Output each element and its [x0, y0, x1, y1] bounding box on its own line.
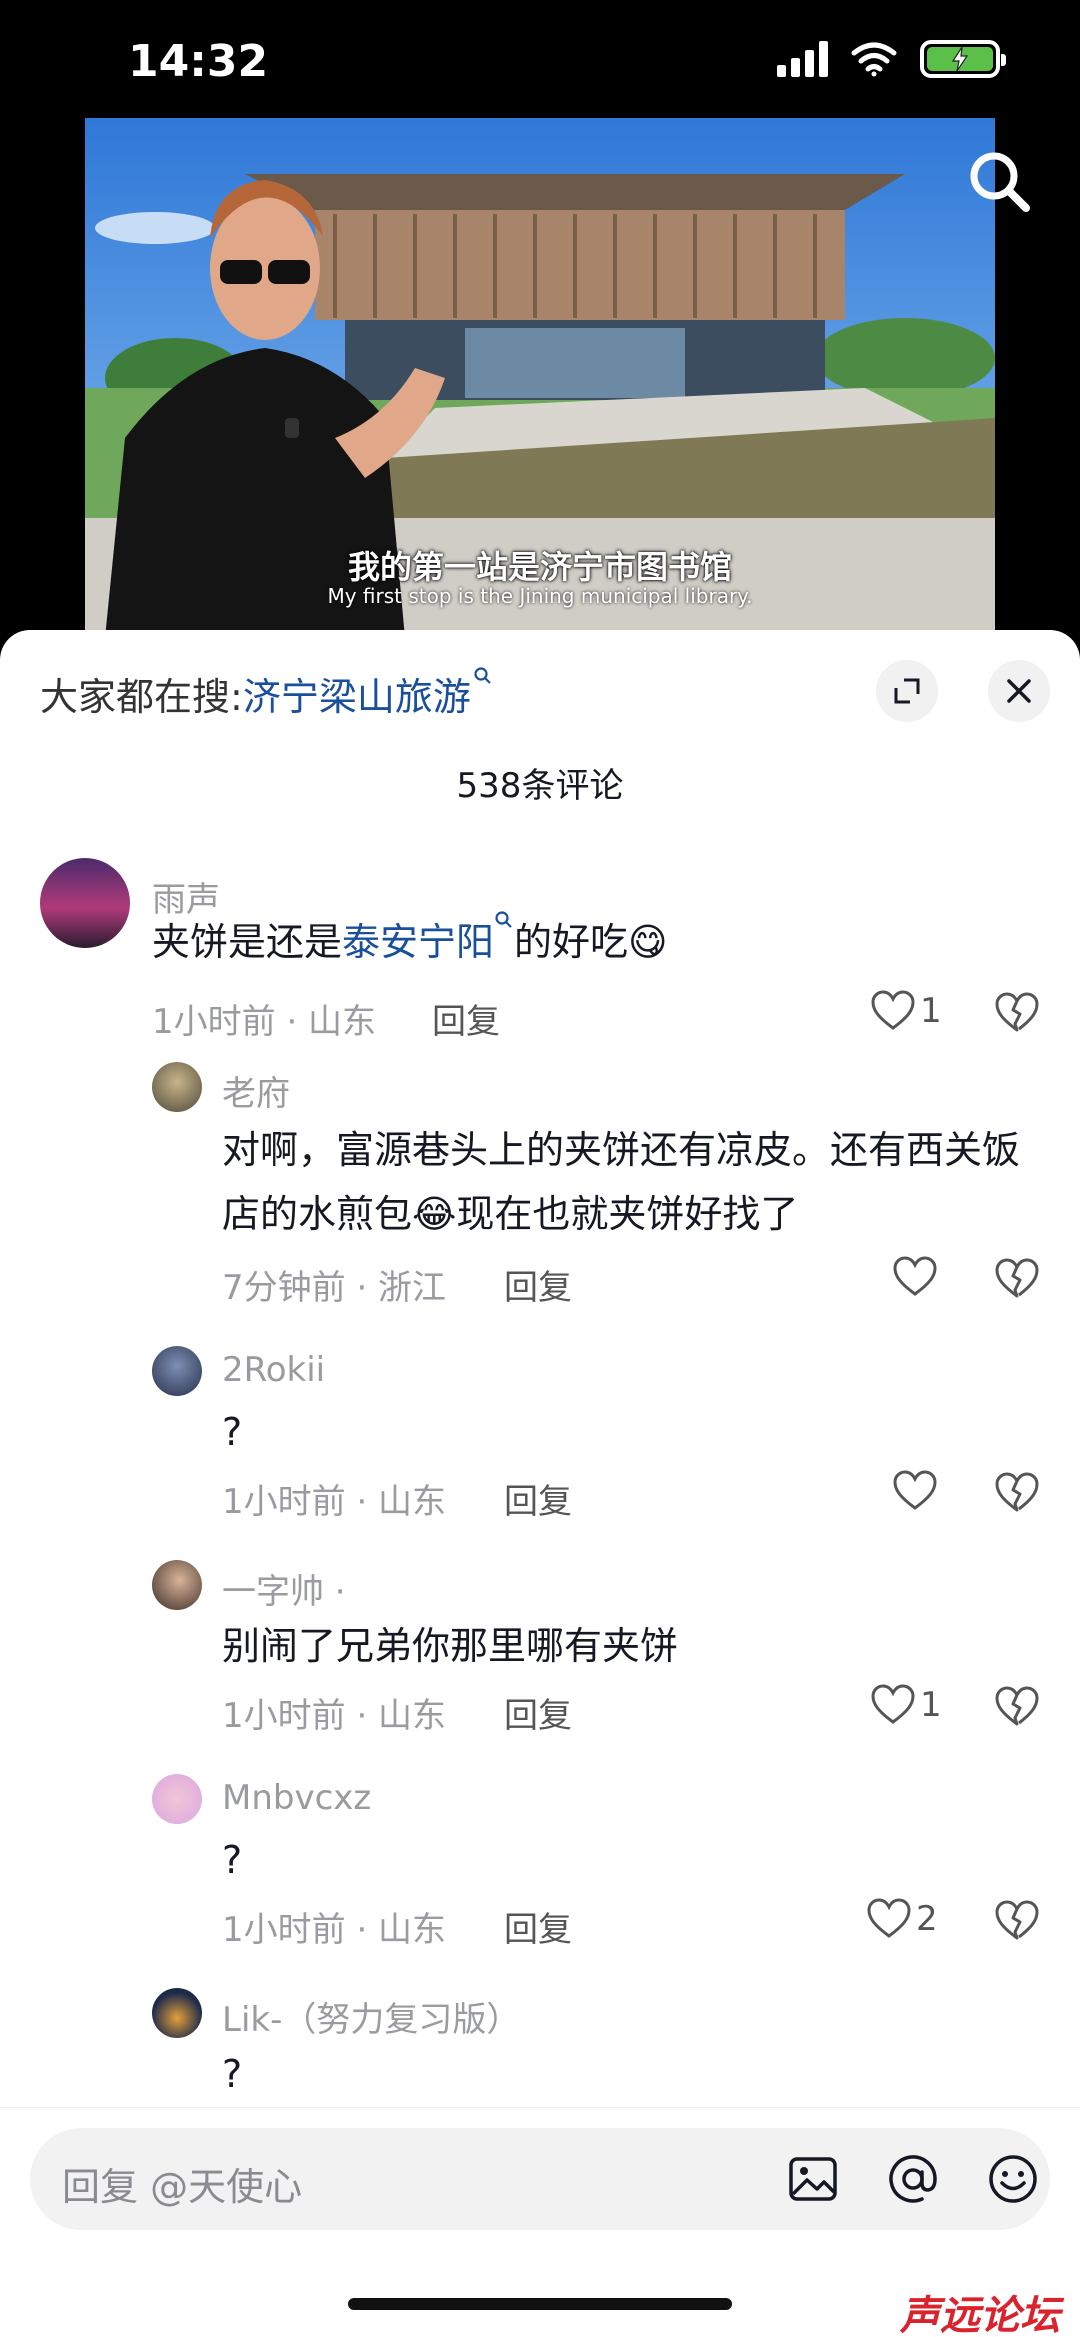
video-subtitle-cn: 我的第一站是济宁市图书馆 [347, 548, 732, 586]
avatar[interactable] [152, 1062, 202, 1112]
dislike-button[interactable] [994, 1686, 1040, 1732]
comment-username[interactable]: Mnbvcxz [222, 1778, 371, 1818]
comment-meta: 1小时前 · 山东 [222, 1910, 447, 1950]
dislike-button[interactable] [994, 992, 1040, 1038]
comment-text-part: 的好吃😋 [514, 920, 668, 964]
broken-heart-icon [995, 1900, 1039, 1940]
comment-text: 夹饼是还是泰安宁阳 的好吃😋 [152, 910, 1032, 974]
heart-icon [871, 990, 915, 1030]
close-icon [1007, 679, 1031, 703]
like-button[interactable]: 1 [870, 1684, 942, 1726]
reply-input[interactable]: 回复 @天使心 [30, 2128, 1050, 2230]
heart-icon [893, 1470, 937, 1510]
reply-input-placeholder: 回复 @天使心 [62, 2165, 303, 2209]
like-button[interactable] [892, 1256, 942, 1298]
dislike-button[interactable] [994, 1258, 1040, 1304]
comment-meta: 1小时前 · 山东 [222, 1482, 447, 1522]
broken-heart-icon [995, 1472, 1039, 1512]
avatar[interactable] [152, 1988, 202, 2038]
comment-username[interactable]: 一字帅 · [222, 1564, 346, 1613]
comment-username[interactable]: 2Rokii [222, 1350, 325, 1390]
comment-text: ? [222, 2052, 243, 2096]
reply-button[interactable]: 回复 [504, 1688, 572, 1737]
search-icon [970, 152, 1030, 212]
comment-keyword-link[interactable]: 泰安宁阳 [342, 920, 494, 964]
video-player[interactable]: 我的第一站是济宁市图书馆 My first stop is the Jining… [0, 118, 1080, 638]
at-icon [889, 2155, 937, 2203]
reply-button[interactable]: 回复 [504, 1902, 572, 1951]
reply-button[interactable]: 回复 [504, 1260, 572, 1309]
heart-icon [871, 1684, 915, 1724]
dislike-button[interactable] [994, 1472, 1040, 1518]
video-search-button[interactable] [960, 142, 1040, 222]
comment-text: 对啊，富源巷头上的夹饼还有凉皮。还有西关饭店的水煎包😂现在也就夹饼好找了 [222, 1128, 1021, 1236]
wifi-icon [851, 42, 897, 77]
cellular-signal-icon [777, 41, 828, 77]
comment-text: ? [222, 1410, 243, 1454]
heart-icon [893, 1256, 937, 1296]
comment-text-part: 夹饼是还是 [152, 920, 343, 964]
status-time: 14:32 [128, 36, 269, 87]
close-button[interactable] [988, 660, 1050, 722]
dislike-button[interactable] [994, 1900, 1040, 1946]
comment-text: ? [222, 1838, 243, 1882]
avatar[interactable] [152, 1774, 202, 1824]
image-icon [789, 2157, 837, 2201]
status-bar: 14:32 [0, 0, 1080, 118]
expand-button[interactable] [876, 660, 938, 722]
avatar[interactable] [40, 858, 130, 948]
comment-username[interactable]: 老府 [222, 1066, 290, 1115]
avatar[interactable] [152, 1346, 202, 1396]
reply-button[interactable]: 回复 [432, 994, 500, 1043]
comment-meta: 1小时前 · 山东 [222, 1696, 447, 1736]
search-icon [474, 667, 491, 684]
comment-meta: 7分钟前 · 浙江 [222, 1268, 447, 1308]
emoji-icon [989, 2155, 1037, 2203]
avatar[interactable] [152, 1560, 202, 1610]
broken-heart-icon [995, 1258, 1039, 1298]
expand-icon [894, 678, 920, 704]
comment-count: 538条评论 [456, 766, 624, 806]
image-button[interactable] [780, 2146, 846, 2212]
bottom-input-bar: 回复 @天使心 声远论坛 [0, 2107, 1080, 2337]
comment-meta: 1小时前 · 山东 [152, 1002, 377, 1042]
comment-username[interactable]: Lik-（努力复习版） [222, 1992, 520, 2041]
home-indicator[interactable] [348, 2298, 732, 2310]
hot-search-prefix: 大家都在搜: [40, 675, 243, 719]
like-button[interactable] [892, 1470, 942, 1512]
like-button[interactable]: 2 [866, 1898, 938, 1940]
watermark-logo: 声远论坛 [900, 2293, 1060, 2337]
hot-search-bar[interactable]: 大家都在搜:济宁梁山旅游 [40, 666, 493, 721]
reply-button[interactable]: 回复 [504, 1474, 572, 1523]
like-count: 1 [920, 991, 942, 1031]
comment-panel: 大家都在搜:济宁梁山旅游 538条评论 雨声 夹饼是还是泰安宁阳 的好吃😋 1小时… [0, 630, 1080, 2337]
hot-search-keyword[interactable]: 济宁梁山旅游 [243, 675, 471, 719]
like-count: 1 [920, 1685, 942, 1725]
comment-text: 别闹了兄弟你那里哪有夹饼 [222, 1624, 679, 1668]
search-icon [495, 911, 512, 928]
video-subtitle-en: My first stop is the Jining municipal li… [327, 584, 753, 608]
status-icons [777, 40, 1006, 78]
emoji-button[interactable] [980, 2146, 1046, 2212]
heart-icon [867, 1898, 911, 1938]
like-count: 2 [916, 1899, 938, 1939]
charging-bolt-icon [951, 47, 969, 71]
mention-button[interactable] [880, 2146, 946, 2212]
like-button[interactable]: 1 [870, 990, 942, 1032]
battery-icon [920, 40, 1006, 78]
broken-heart-icon [995, 1686, 1039, 1726]
broken-heart-icon [995, 992, 1039, 1032]
